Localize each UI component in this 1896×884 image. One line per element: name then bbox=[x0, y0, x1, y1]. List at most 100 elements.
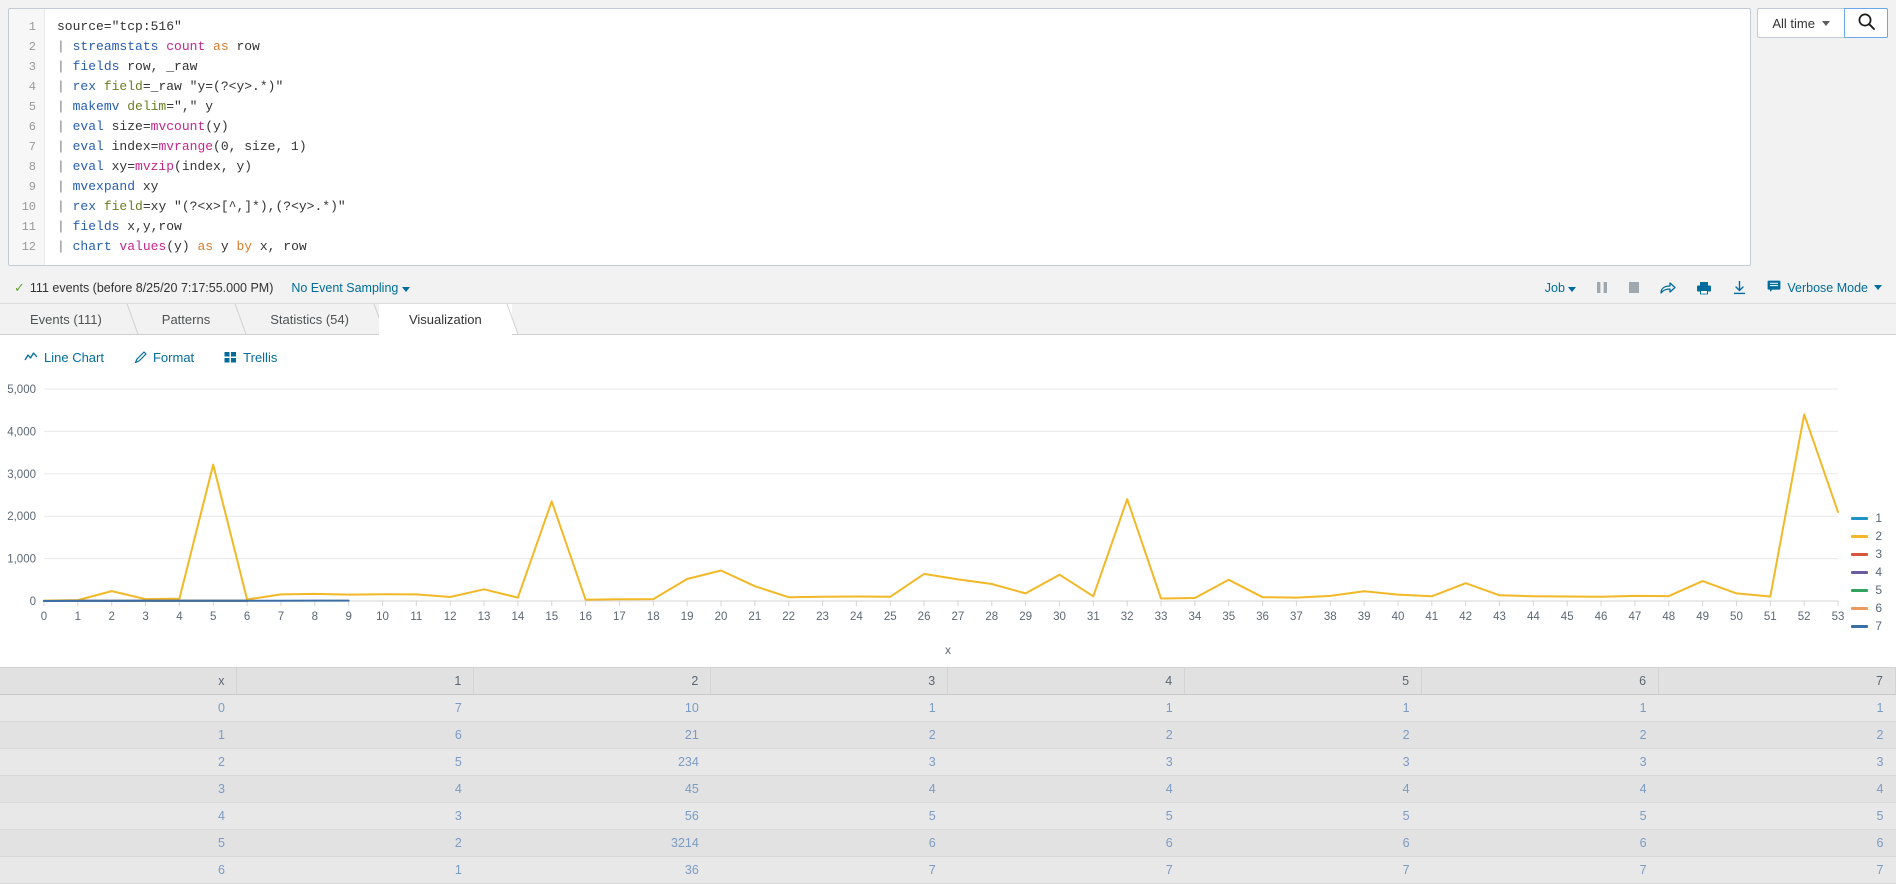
tab-events-111[interactable]: Events (111) bbox=[0, 304, 132, 334]
legend-label: 1 bbox=[1875, 511, 1882, 525]
legend-item-5[interactable]: 5 bbox=[1851, 581, 1882, 599]
column-header-x[interactable]: x bbox=[0, 668, 237, 695]
chart-legend: 1 2345 6 7 bbox=[1851, 509, 1882, 635]
x-axis-tick-label: 48 bbox=[1662, 611, 1675, 623]
x-axis-tick-label: 21 bbox=[748, 611, 761, 623]
legend-item-7[interactable]: 7 bbox=[1851, 617, 1882, 635]
column-header-5[interactable]: 5 bbox=[1185, 668, 1422, 695]
table-cell: 6 bbox=[711, 830, 948, 857]
column-header-6[interactable]: 6 bbox=[1422, 668, 1659, 695]
spl-token: field bbox=[104, 199, 143, 214]
tab-visualization[interactable]: Visualization bbox=[379, 304, 512, 334]
spl-line: | chart values(y) as y by x, row bbox=[57, 237, 1750, 257]
spl-line: | streamstats count as row bbox=[57, 37, 1750, 57]
x-axis-tick-label: 29 bbox=[1019, 611, 1032, 623]
job-menu-button[interactable]: Job bbox=[1545, 281, 1577, 295]
spl-query-editor[interactable]: 123456789101112 source="tcp:516"| stream… bbox=[8, 8, 1751, 266]
chart-series-line-2 bbox=[44, 414, 1838, 600]
spl-token: mvrange bbox=[158, 139, 213, 154]
share-icon[interactable] bbox=[1660, 281, 1676, 295]
spl-line: | makemv delim="," y bbox=[57, 97, 1750, 117]
export-icon[interactable] bbox=[1732, 280, 1747, 295]
table-row[interactable]: 2523433333 bbox=[0, 749, 1896, 776]
table-cell: 2 bbox=[0, 749, 237, 776]
tab-patterns[interactable]: Patterns bbox=[132, 304, 240, 334]
legend-item-3[interactable]: 3 bbox=[1851, 545, 1882, 563]
column-header-3[interactable]: 3 bbox=[711, 668, 948, 695]
legend-item-2[interactable]: 2 bbox=[1851, 527, 1882, 545]
table-cell: 0 bbox=[0, 695, 237, 722]
table-row[interactable]: 613677777 bbox=[0, 857, 1896, 884]
spl-query-code[interactable]: source="tcp:516"| streamstats count as r… bbox=[45, 9, 1750, 265]
line-number: 10 bbox=[9, 197, 44, 217]
x-axis-tick-label: 6 bbox=[244, 611, 250, 623]
x-axis-tick-label: 44 bbox=[1527, 611, 1540, 623]
table-row[interactable]: 52321466666 bbox=[0, 830, 1896, 857]
x-axis-tick-label: 5 bbox=[210, 611, 216, 623]
legend-color-swatch bbox=[1851, 535, 1868, 538]
table-cell: 5 bbox=[711, 803, 948, 830]
column-header-7[interactable]: 7 bbox=[1659, 668, 1896, 695]
line-number: 12 bbox=[9, 237, 44, 257]
spl-token: rex bbox=[73, 79, 104, 94]
tab-statistics-54[interactable]: Statistics (54) bbox=[240, 304, 379, 334]
x-axis-tick-label: 47 bbox=[1629, 611, 1642, 623]
search-mode-dropdown[interactable]: Verbose Mode bbox=[1767, 280, 1882, 295]
results-table-head: x1234567 bbox=[0, 668, 1896, 695]
visualization-toolbar: Line Chart Format Trellis bbox=[0, 335, 1896, 379]
legend-label: 6 bbox=[1875, 601, 1882, 615]
table-row[interactable]: 435655555 bbox=[0, 803, 1896, 830]
legend-item-6[interactable]: 6 bbox=[1851, 599, 1882, 617]
chevron-down-icon bbox=[1822, 21, 1830, 26]
spl-token: | bbox=[57, 219, 73, 234]
table-cell: 2 bbox=[237, 830, 474, 857]
x-axis-tick-label: 46 bbox=[1595, 611, 1608, 623]
search-button[interactable] bbox=[1844, 8, 1888, 38]
format-button[interactable]: Format bbox=[134, 350, 194, 365]
search-bar: 123456789101112 source="tcp:516"| stream… bbox=[0, 0, 1896, 272]
x-axis-tick-label: 15 bbox=[545, 611, 558, 623]
table-cell: 6 bbox=[948, 830, 1185, 857]
spl-token: values bbox=[119, 239, 166, 254]
spl-token: delim bbox=[127, 99, 166, 114]
tab-divider bbox=[484, 304, 518, 334]
spl-token: ="," y bbox=[166, 99, 213, 114]
trellis-button[interactable]: Trellis bbox=[224, 350, 277, 365]
column-header-4[interactable]: 4 bbox=[948, 668, 1185, 695]
legend-item-1[interactable]: 1 bbox=[1851, 509, 1882, 527]
time-range-picker[interactable]: All time bbox=[1757, 8, 1844, 38]
table-cell: 10 bbox=[474, 695, 711, 722]
grid-icon bbox=[224, 351, 237, 364]
spl-line: | eval index=mvrange(0, size, 1) bbox=[57, 137, 1750, 157]
column-header-2[interactable]: 2 bbox=[474, 668, 711, 695]
spl-token: chart bbox=[73, 239, 120, 254]
spl-token: as bbox=[197, 239, 220, 254]
table-cell: 3 bbox=[948, 749, 1185, 776]
table-cell: 5 bbox=[1659, 803, 1896, 830]
event-sampling-dropdown[interactable]: No Event Sampling bbox=[291, 281, 410, 295]
table-row[interactable]: 162122222 bbox=[0, 722, 1896, 749]
table-cell: 2 bbox=[711, 722, 948, 749]
stop-icon[interactable] bbox=[1628, 281, 1640, 294]
table-row[interactable]: 344544444 bbox=[0, 776, 1896, 803]
column-header-1[interactable]: 1 bbox=[237, 668, 474, 695]
pause-icon[interactable] bbox=[1596, 281, 1608, 294]
print-icon[interactable] bbox=[1696, 281, 1712, 295]
table-cell: 4 bbox=[0, 803, 237, 830]
table-cell: 234 bbox=[474, 749, 711, 776]
results-tabs: Events (111) Patterns Statistics (54)Visua… bbox=[0, 304, 1896, 335]
chevron-down-icon bbox=[1874, 285, 1882, 290]
x-axis-tick-label: 35 bbox=[1222, 611, 1235, 623]
table-cell: 7 bbox=[1659, 857, 1896, 884]
spl-token: =_raw "y=(?<y>.*)" bbox=[143, 79, 283, 94]
legend-item-4[interactable]: 4 bbox=[1851, 563, 1882, 581]
x-axis-tick-label: 23 bbox=[816, 611, 829, 623]
table-cell: 1 bbox=[711, 695, 948, 722]
table-row[interactable]: 071011111 bbox=[0, 695, 1896, 722]
x-axis-tick-label: 31 bbox=[1087, 611, 1100, 623]
x-axis-tick-label: 4 bbox=[176, 611, 183, 623]
tab-label: Patterns bbox=[162, 312, 210, 327]
line-chart-button[interactable]: Line Chart bbox=[24, 350, 104, 365]
spl-token: field bbox=[104, 79, 143, 94]
x-axis-tick-label: 7 bbox=[278, 611, 284, 623]
